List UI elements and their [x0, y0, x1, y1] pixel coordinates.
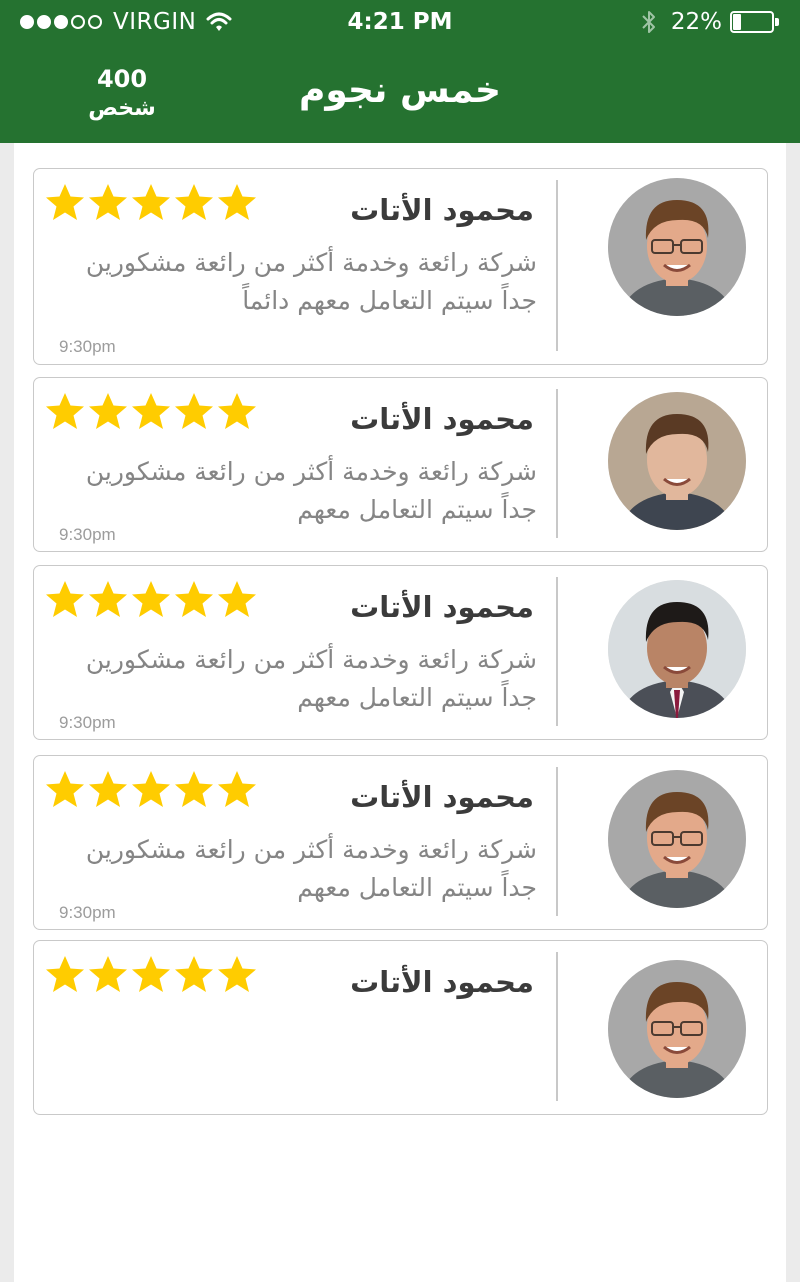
avatar — [608, 770, 746, 908]
star-icon — [174, 392, 214, 432]
page-title: خمس نجوم — [299, 70, 501, 111]
app-header: VIRGIN 4:21 PM 22% 400 شخص خمس نجوم — [0, 0, 800, 143]
avatar — [608, 178, 746, 316]
star-icon — [131, 955, 171, 995]
star-icon — [45, 183, 85, 223]
battery-icon — [730, 11, 780, 33]
star-icon — [88, 183, 128, 223]
review-card[interactable]: محمود الأتات شركة رائعة وخدمة أكثر من رائ… — [33, 377, 768, 552]
star-icon — [217, 770, 257, 810]
review-text: شركة رائعة وخدمة أكثر من رائعة مشكورين ج… — [85, 457, 537, 524]
reviewer-name: محمود الأتات — [350, 402, 534, 436]
star-rating — [45, 770, 260, 810]
star-rating — [45, 392, 260, 432]
bluetooth-icon — [642, 11, 655, 33]
card-divider — [556, 577, 558, 726]
avatar — [608, 960, 746, 1098]
review-time: 9:30pm — [59, 713, 116, 732]
star-rating — [45, 955, 260, 995]
star-icon — [174, 955, 214, 995]
reviewer-name: محمود الأتات — [350, 965, 534, 999]
status-bar: VIRGIN 4:21 PM 22% — [0, 0, 800, 46]
star-rating — [45, 183, 260, 223]
review-card[interactable]: محمود الأتات شركة رائعة وخدمة أكثر من رائ… — [33, 168, 768, 365]
review-time: 9:30pm — [59, 337, 116, 356]
review-time: 9:30pm — [59, 903, 116, 922]
star-icon — [174, 580, 214, 620]
avatar — [608, 580, 746, 718]
battery-percent: 22% — [670, 9, 722, 35]
card-divider — [556, 389, 558, 538]
card-divider — [556, 767, 558, 916]
star-icon — [131, 580, 171, 620]
review-card[interactable]: محمود الأتات — [33, 940, 768, 1115]
star-icon — [88, 580, 128, 620]
star-icon — [45, 770, 85, 810]
card-divider — [556, 180, 558, 351]
star-icon — [131, 770, 171, 810]
star-icon — [45, 392, 85, 432]
review-text: شركة رائعة وخدمة أكثر من رائعة مشكورين ج… — [85, 835, 537, 902]
star-icon — [174, 183, 214, 223]
star-icon — [131, 392, 171, 432]
star-icon — [45, 955, 85, 995]
star-icon — [88, 955, 128, 995]
status-right: 22% — [641, 9, 780, 35]
review-text: شركة رائعة وخدمة أكثر من رائعة مشكورين ج… — [85, 645, 537, 712]
review-card[interactable]: محمود الأتات شركة رائعة وخدمة أكثر من رائ… — [33, 755, 768, 930]
star-icon — [88, 770, 128, 810]
star-icon — [88, 392, 128, 432]
review-card[interactable]: محمود الأتات شركة رائعة وخدمة أكثر من رائ… — [33, 565, 768, 740]
reviewer-name: محمود الأتات — [350, 193, 534, 227]
star-icon — [45, 580, 85, 620]
star-icon — [217, 580, 257, 620]
review-text: شركة رائعة وخدمة أكثر من رائعة مشكورين ج… — [85, 248, 537, 315]
star-icon — [217, 183, 257, 223]
star-icon — [174, 770, 214, 810]
star-rating — [45, 580, 260, 620]
review-time: 9:30pm — [59, 525, 116, 544]
star-icon — [217, 392, 257, 432]
avatar — [608, 392, 746, 530]
star-icon — [131, 183, 171, 223]
reviewer-name: محمود الأتات — [350, 780, 534, 814]
reviewer-name: محمود الأتات — [350, 590, 534, 624]
card-divider — [556, 952, 558, 1101]
star-icon — [217, 955, 257, 995]
reviews-list: محمود الأتات شركة رائعة وخدمة أكثر من رائ… — [14, 143, 786, 1282]
